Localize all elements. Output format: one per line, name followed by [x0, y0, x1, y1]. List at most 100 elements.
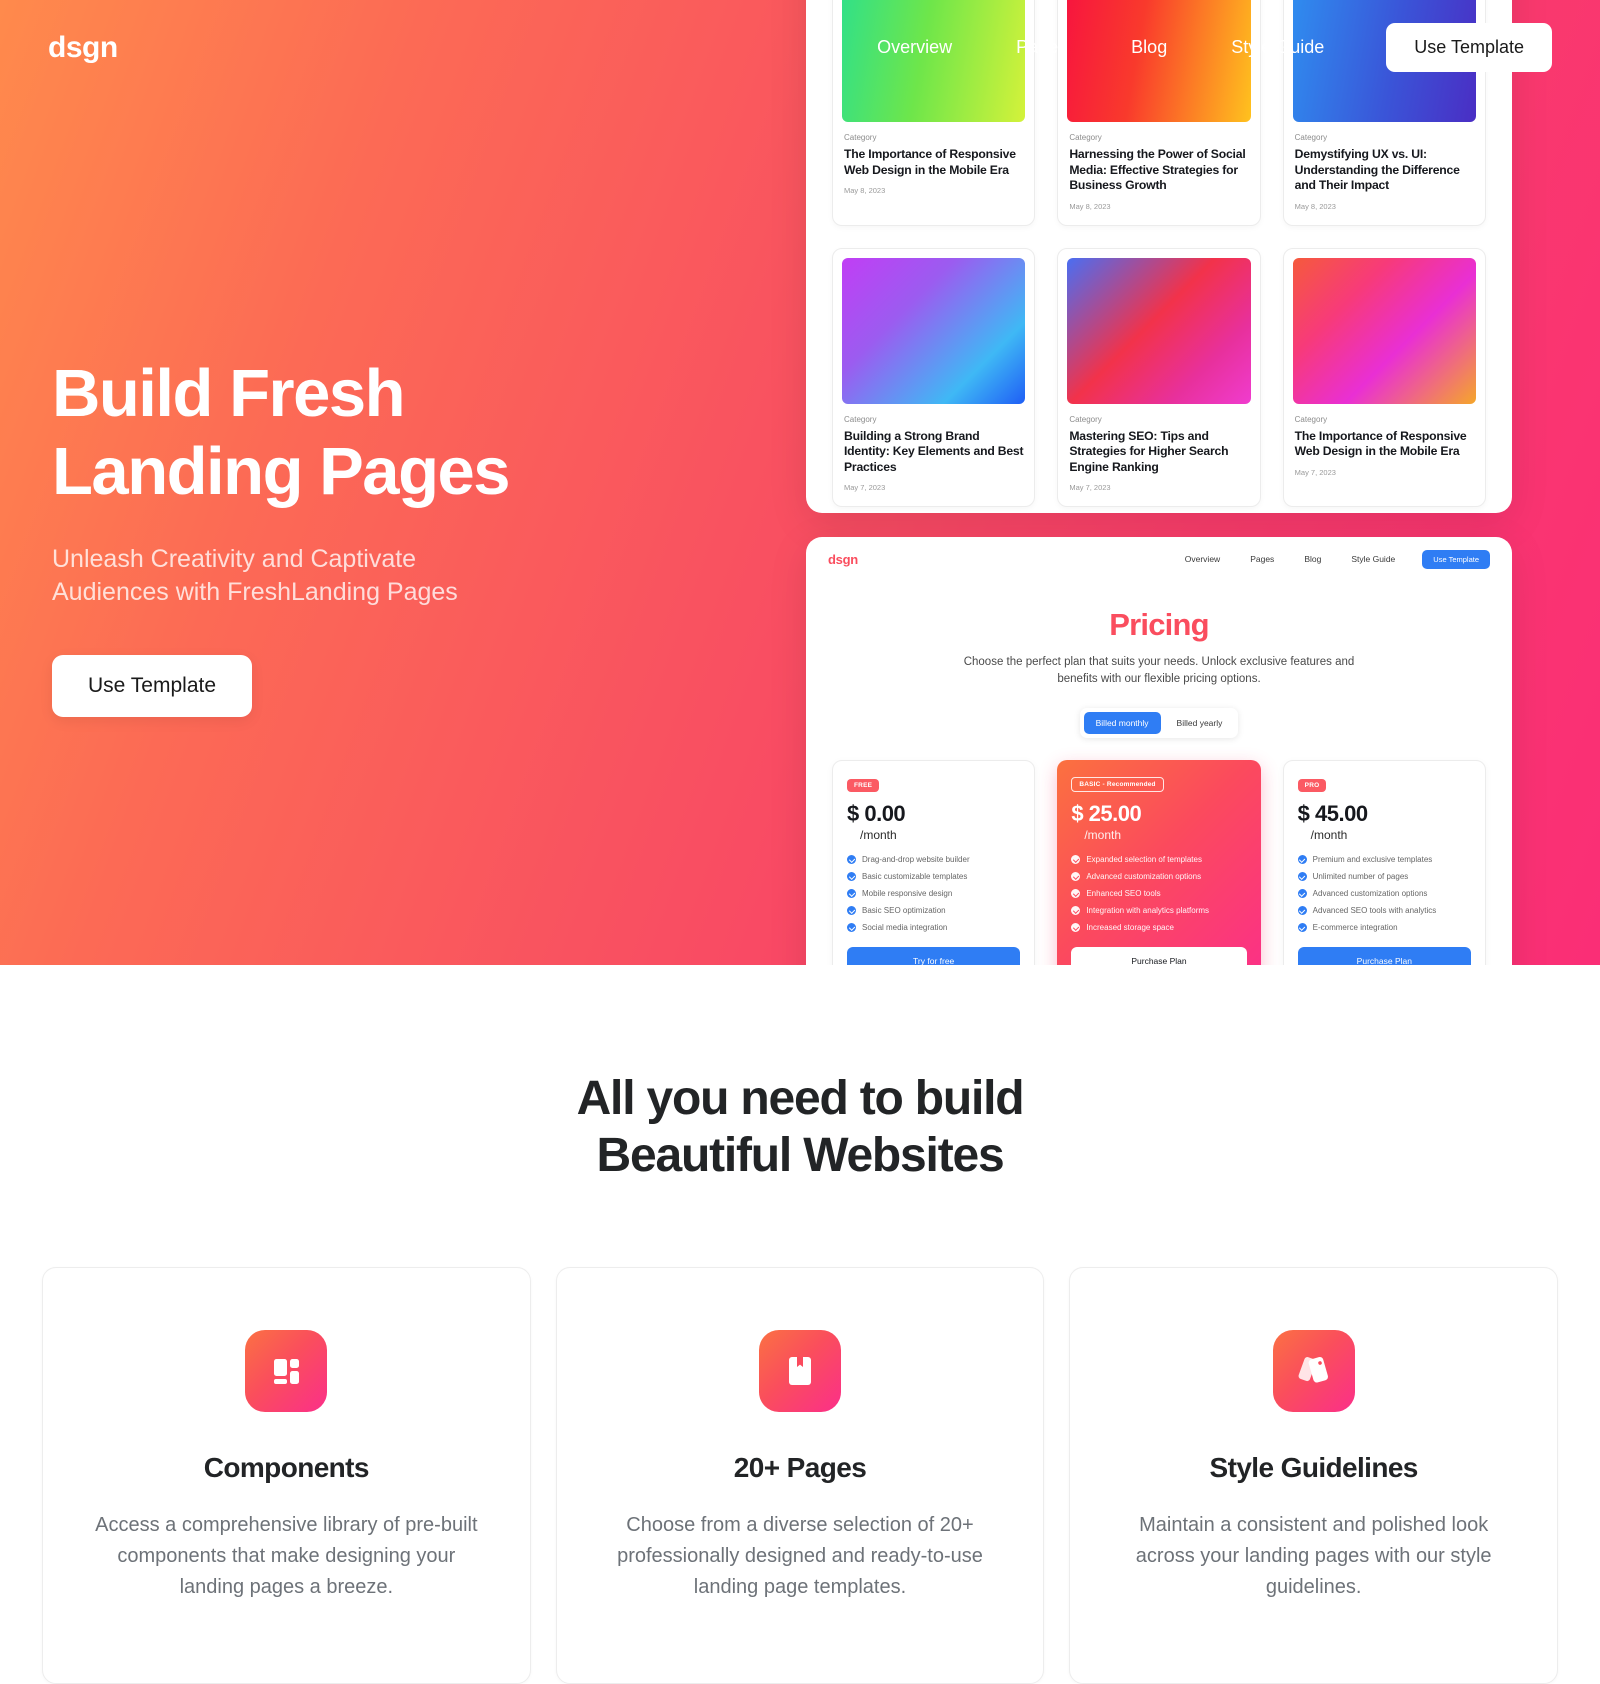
- blog-date: May 8, 2023: [1294, 201, 1336, 211]
- plan-price: $ 45.00: [1297, 801, 1368, 826]
- plan-period: /month: [1084, 828, 1122, 842]
- plan-feature-item: Premium and exclusive templates: [1297, 851, 1471, 868]
- blog-category: Category: [1294, 133, 1328, 142]
- plan-feature-item: Advanced SEO tools with analytics: [1297, 902, 1471, 919]
- check-icon: [1071, 855, 1081, 864]
- preview-nav-link-overview[interactable]: Overview: [1170, 554, 1235, 564]
- check-icon: [1071, 906, 1081, 915]
- blog-title: Demystifying UX vs. UI: Understanding th…: [1294, 147, 1460, 192]
- pricing-plan-pro: PRO $ 45.00 /month Premium and exclusive…: [1282, 760, 1486, 965]
- plan-feature-label: Integration with analytics platforms: [1086, 906, 1210, 915]
- blog-title: Mastering SEO: Tips and Strategies for H…: [1069, 428, 1229, 474]
- preview-brand-logo[interactable]: dsgn: [828, 552, 858, 567]
- plan-period: /month: [860, 828, 897, 842]
- feature-title: Components: [203, 1452, 370, 1483]
- plan-feature-label: Enhanced SEO tools: [1086, 889, 1161, 898]
- plan-feature-label: Mobile responsive design: [862, 889, 953, 898]
- check-icon: [847, 855, 856, 864]
- plan-feature-item: Increased storage space: [1071, 919, 1246, 936]
- check-icon: [1071, 889, 1081, 898]
- check-icon: [1297, 872, 1307, 881]
- plan-feature-item: Expanded selection of templates: [1071, 851, 1246, 868]
- blog-title: The Importance of Responsive Web Design …: [1294, 428, 1467, 459]
- plan-feature-item: Drag-and-drop website builder: [847, 851, 1020, 868]
- feature-card-grid: Components Access a comprehensive librar…: [42, 1267, 1558, 1684]
- preview-navbar: dsgn Overview Pages Blog Style Guide Use…: [806, 537, 1512, 581]
- hero-use-template-button[interactable]: Use Template: [52, 655, 253, 717]
- plan-feature-label: Social media integration: [862, 923, 948, 932]
- billing-option-yearly[interactable]: Billed yearly: [1165, 712, 1235, 734]
- plan-feature-label: Unlimited number of pages: [1312, 872, 1409, 881]
- features-heading: All you need to build Beautiful Websites: [0, 1070, 1600, 1184]
- nav-use-template-button[interactable]: Use Template: [1386, 23, 1552, 72]
- bookmark-page-icon: [758, 1330, 841, 1412]
- preview-use-template-button[interactable]: Use Template: [1422, 549, 1490, 569]
- preview-nav-links: Overview Pages Blog Style Guide Use Temp…: [1170, 549, 1490, 569]
- pricing-plan-free: FREE $ 0.00 /month Drag-and-drop website…: [832, 760, 1036, 965]
- plan-badge: PRO: [1297, 779, 1327, 792]
- blog-category: Category: [1294, 414, 1328, 424]
- check-icon: [1297, 855, 1307, 864]
- blog-date: May 7, 2023: [1294, 467, 1336, 477]
- features-section: All you need to build Beautiful Websites…: [0, 965, 1600, 1684]
- brand-logo[interactable]: dsgn: [48, 31, 118, 65]
- preview-nav-link-pages[interactable]: Pages: [1235, 554, 1289, 564]
- check-icon: [847, 906, 856, 915]
- nav-link-style-guide[interactable]: Style Guide: [1199, 27, 1356, 68]
- feature-description: Maintain a consistent and polished look …: [1135, 1514, 1492, 1598]
- features-heading-line-1: All you need to build: [576, 1072, 1025, 1125]
- nav-link-overview[interactable]: Overview: [845, 27, 984, 68]
- blog-title: Building a Strong Brand Identity: Key El…: [844, 428, 1024, 474]
- blog-thumbnail: [1292, 257, 1476, 404]
- check-icon: [1297, 906, 1307, 915]
- blog-date: May 8, 2023: [844, 186, 886, 195]
- feature-title: Style Guidelines: [1209, 1452, 1419, 1483]
- plan-feature-label: Expanded selection of templates: [1086, 855, 1202, 864]
- plan-feature-item: Advanced customization options: [1297, 885, 1471, 902]
- billing-period-toggle[interactable]: Billed monthly Billed yearly: [1079, 708, 1239, 738]
- pricing-plans-grid: FREE $ 0.00 /month Drag-and-drop website…: [806, 760, 1512, 965]
- check-icon: [847, 872, 856, 881]
- blog-category: Category: [844, 414, 877, 424]
- check-icon: [1297, 889, 1307, 898]
- check-icon: [1071, 872, 1081, 881]
- plan-cta-button[interactable]: Purchase Plan: [1297, 947, 1471, 965]
- pricing-title: Pricing: [1109, 607, 1209, 642]
- blog-category: Category: [1069, 414, 1102, 424]
- hero-copy: Build Fresh Landing Pages Unleash Creati…: [52, 355, 752, 717]
- preview-nav-link-style-guide[interactable]: Style Guide: [1336, 554, 1410, 564]
- plan-feature-label: Basic customizable templates: [862, 872, 968, 881]
- blog-card[interactable]: Category Building a Strong Brand Identit…: [832, 247, 1036, 507]
- plan-feature-label: Advanced SEO tools with analytics: [1312, 906, 1437, 915]
- blog-category: Category: [1069, 133, 1102, 142]
- hero-title: Build Fresh Landing Pages: [52, 355, 752, 511]
- plan-feature-item: Integration with analytics platforms: [1071, 902, 1246, 919]
- features-heading-line-2: Beautiful Websites: [596, 1129, 1005, 1182]
- nav-link-pages[interactable]: Pages: [984, 27, 1099, 68]
- plan-feature-item: Advanced customization options: [1071, 868, 1246, 885]
- plan-cta-button[interactable]: Try for free: [847, 947, 1021, 965]
- plan-feature-label: E-commerce integration: [1312, 923, 1398, 932]
- blog-category: Category: [844, 133, 877, 142]
- blog-title: The Importance of Responsive Web Design …: [844, 147, 1016, 177]
- plan-cta-button[interactable]: Purchase Plan: [1071, 947, 1247, 965]
- hero-subtitle: Unleash Creativity and Captivate Audienc…: [52, 545, 458, 606]
- plan-period: /month: [1310, 828, 1348, 842]
- preview-nav-link-blog[interactable]: Blog: [1289, 554, 1336, 564]
- feature-card-style-guidelines: Style Guidelines Maintain a consistent a…: [1069, 1267, 1558, 1684]
- feature-description: Choose from a diverse selection of 20+ p…: [617, 1514, 983, 1598]
- blog-thumbnail: [1067, 257, 1251, 404]
- feature-description: Access a comprehensive library of pre-bu…: [95, 1514, 478, 1598]
- billing-option-monthly[interactable]: Billed monthly: [1083, 712, 1161, 734]
- main-navbar: dsgn Overview Pages Blog Style Guide Use…: [0, 0, 1600, 95]
- blog-card[interactable]: Category The Importance of Responsive We…: [1282, 247, 1486, 507]
- pricing-description: Choose the perfect plan that suits your …: [963, 656, 1355, 685]
- plan-feature-item: Basic SEO optimization: [847, 902, 1020, 919]
- nav-link-blog[interactable]: Blog: [1099, 27, 1199, 68]
- plan-feature-item: Social media integration: [847, 919, 1020, 936]
- plan-feature-item: Mobile responsive design: [847, 885, 1020, 902]
- blog-date: May 7, 2023: [844, 483, 886, 492]
- blog-title: Harnessing the Power of Social Media: Ef…: [1069, 147, 1246, 192]
- plan-feature-item: Basic customizable templates: [847, 868, 1020, 885]
- blog-card[interactable]: Category Mastering SEO: Tips and Strateg…: [1057, 247, 1261, 507]
